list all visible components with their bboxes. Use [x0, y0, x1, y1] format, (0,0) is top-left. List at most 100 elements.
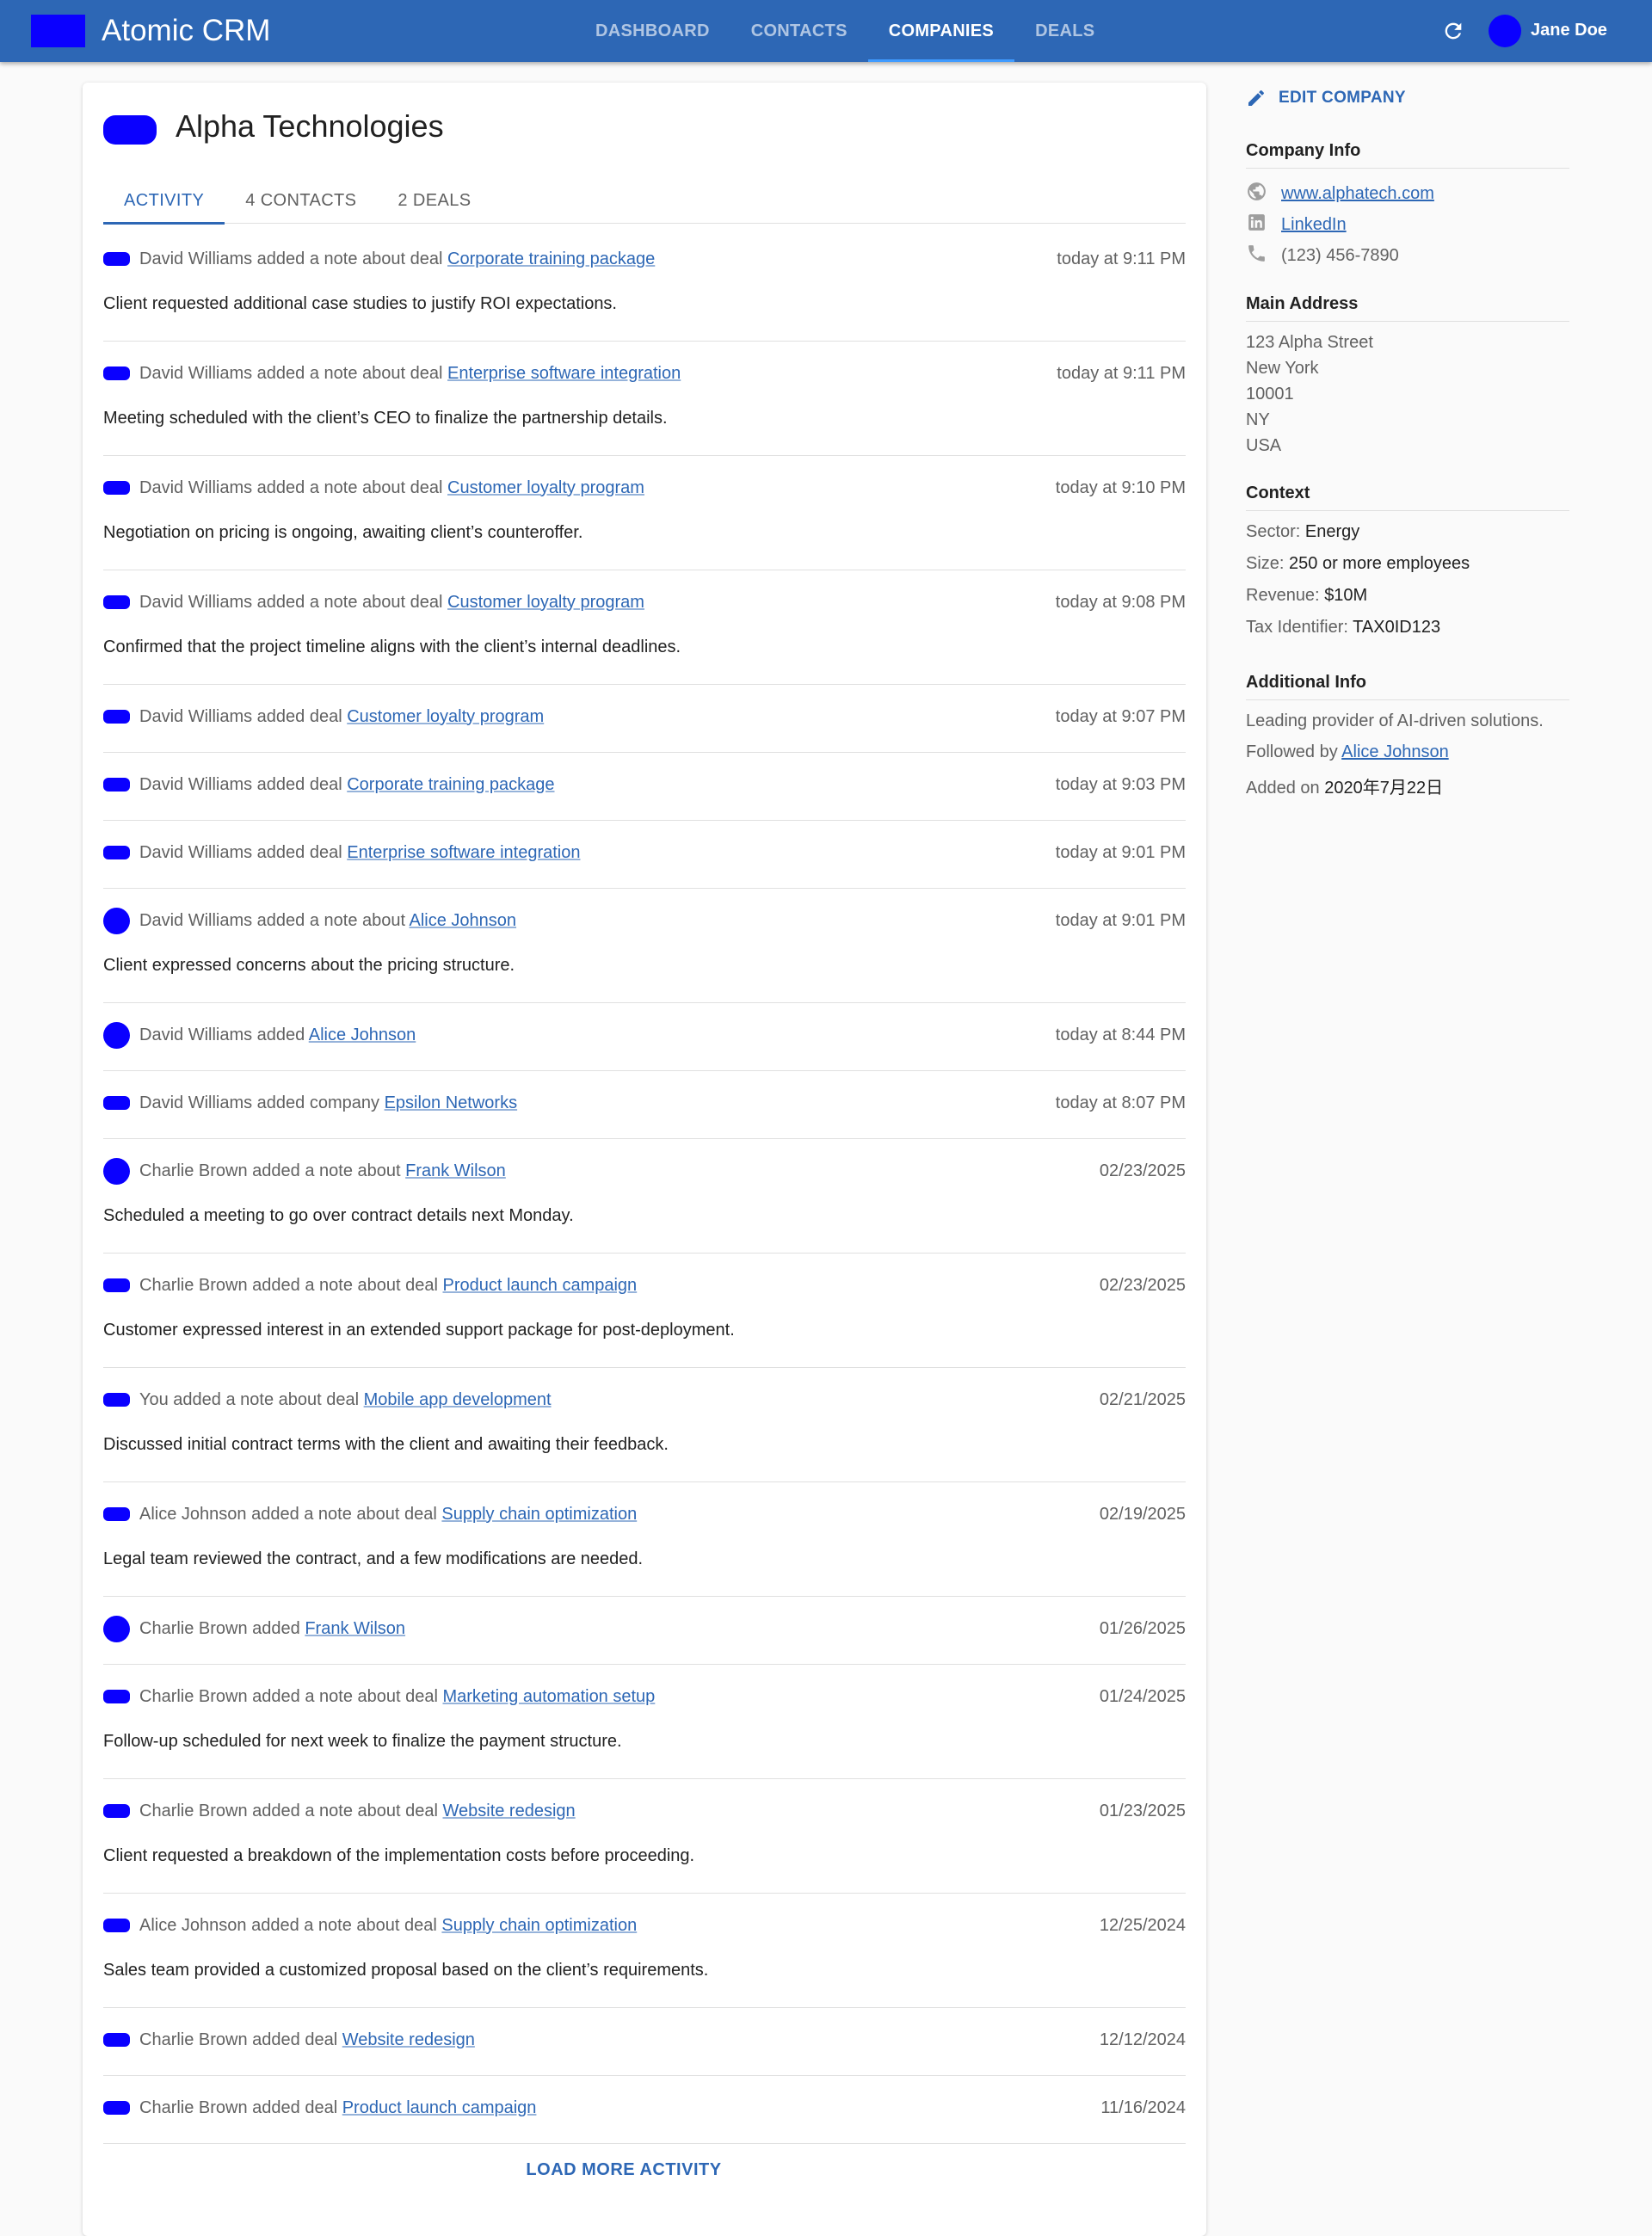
activity-link[interactable]: Product launch campaign: [342, 2098, 537, 2117]
activity-date: today at 9:11 PM: [1057, 364, 1186, 383]
activity-link[interactable]: Enterprise software integration: [347, 843, 580, 862]
activity-date: 02/21/2025: [1099, 1390, 1186, 1409]
activity-note: Negotiation on pricing is ongoing, await…: [103, 523, 583, 542]
activity-link[interactable]: Customer loyalty program: [447, 478, 644, 497]
nav-tab-dashboard[interactable]: DASHBOARD: [575, 0, 730, 62]
edit-company-button[interactable]: EDIT COMPANY: [1246, 88, 1406, 108]
activity-note: Sales team provided a customized proposa…: [103, 1961, 709, 1980]
activity-text: David Williams added a note about deal C…: [139, 593, 644, 613]
activity-date: 01/24/2025: [1099, 1687, 1186, 1706]
activity-text: David Williams added deal Customer loyal…: [139, 707, 544, 727]
user-name[interactable]: Jane Doe: [1531, 21, 1607, 40]
context-sector: Sector: Energy: [1246, 522, 1359, 542]
app-logo[interactable]: [31, 15, 85, 47]
activity-item: You added a note about deal Mobile app d…: [103, 1368, 1186, 1482]
activity-link[interactable]: Corporate training package: [347, 775, 554, 794]
sector-label: Sector:: [1246, 522, 1301, 541]
edit-icon: [1248, 89, 1265, 106]
activity-item: David Williams added deal Enterprise sof…: [103, 821, 1186, 889]
activity-link[interactable]: Enterprise software integration: [447, 364, 681, 383]
activity-date: today at 9:01 PM: [1055, 911, 1186, 930]
activity-date: 02/19/2025: [1099, 1505, 1186, 1524]
contact-avatar-icon: [103, 1021, 130, 1049]
deal-avatar-icon: [103, 1507, 130, 1521]
activity-link[interactable]: Mobile app development: [364, 1390, 552, 1409]
activity-date: today at 8:07 PM: [1055, 1093, 1186, 1112]
deal-avatar-icon: [103, 595, 130, 609]
deal-avatar-icon: [103, 1690, 130, 1703]
website-link[interactable]: www.alphatech.com: [1281, 184, 1434, 203]
activity-link[interactable]: Customer loyalty program: [447, 593, 644, 612]
contact-avatar-icon: [103, 1615, 130, 1642]
activity-link[interactable]: Product launch campaign: [442, 1276, 637, 1295]
activity-prefix: You added a note about deal: [139, 1389, 360, 1409]
activity-link[interactable]: Website redesign: [342, 2030, 475, 2049]
activity-date: today at 9:11 PM: [1057, 249, 1186, 268]
activity-header: David Williams added deal Customer loyal…: [103, 704, 1186, 730]
activity-link[interactable]: Epsilon Networks: [385, 1093, 518, 1112]
contact-avatar-icon: [103, 907, 130, 934]
activity-link[interactable]: Corporate training package: [447, 249, 655, 268]
activity-text: David Williams added deal Corporate trai…: [139, 775, 555, 795]
user-avatar[interactable]: [1489, 15, 1521, 47]
company-tabs: ACTIVITY 4 CONTACTS 2 DEALS: [103, 177, 1186, 225]
activity-item: Charlie Brown added deal Product launch …: [103, 2076, 1186, 2144]
activity-text: Alice Johnson added a note about deal Su…: [139, 1916, 637, 1936]
load-more-button[interactable]: LOAD MORE ACTIVITY: [83, 2160, 1165, 2180]
activity-note: Confirmed that the project timeline alig…: [103, 638, 681, 656]
deal-avatar-icon: [103, 1919, 130, 1932]
tab-contacts[interactable]: 4 CONTACTS: [225, 177, 377, 224]
activity-note: Legal team reviewed the contract, and a …: [103, 1549, 644, 1568]
activity-prefix: Charlie Brown added a note about: [139, 1161, 401, 1180]
nav-tab-deals[interactable]: DEALS: [1014, 0, 1115, 62]
activity-prefix: David Williams added: [139, 1025, 305, 1044]
activity-link[interactable]: Website redesign: [442, 1802, 575, 1820]
activity-link[interactable]: Frank Wilson: [405, 1161, 506, 1180]
activity-header: Charlie Brown added Frank Wilson 01/26/20…: [103, 1615, 1186, 1642]
activity-item: David Williams added Alice Johnson today …: [103, 1003, 1186, 1071]
activity-note: Client requested a breakdown of the impl…: [103, 1846, 695, 1865]
company-info-title: Company Info: [1246, 141, 1569, 169]
activity-prefix: David Williams added deal: [139, 774, 342, 794]
activity-link[interactable]: Marketing automation setup: [442, 1687, 655, 1706]
activity-header: Charlie Brown added deal Product launch …: [103, 2095, 1186, 2121]
activity-header: You added a note about deal Mobile app d…: [103, 1387, 1186, 1413]
activity-text: Charlie Brown added a note about deal Pr…: [139, 1276, 637, 1296]
website-row: www.alphatech.com: [1246, 181, 1434, 207]
tab-activity[interactable]: ACTIVITY: [103, 177, 225, 225]
activity-date: 12/25/2024: [1099, 1916, 1186, 1935]
activity-link[interactable]: Alice Johnson: [309, 1026, 416, 1044]
activity-link[interactable]: Customer loyalty program: [347, 707, 544, 726]
activity-header: Charlie Brown added deal Website redesig…: [103, 2027, 1186, 2053]
activity-date: today at 9:07 PM: [1055, 707, 1186, 726]
activity-text: David Williams added Alice Johnson: [139, 1026, 416, 1045]
size-value: 250 or more employees: [1289, 554, 1470, 573]
activity-header: David Williams added company Epsilon Net…: [103, 1090, 1186, 1116]
main-address-title: Main Address: [1246, 294, 1569, 322]
activity-link[interactable]: Supply chain optimization: [441, 1505, 637, 1524]
followed-by-link[interactable]: Alice Johnson: [1341, 742, 1449, 761]
app-bar: Atomic CRM DASHBOARD CONTACTS COMPANIES …: [0, 0, 1652, 62]
linkedin-link[interactable]: LinkedIn: [1281, 215, 1347, 234]
app-title[interactable]: Atomic CRM: [102, 15, 270, 47]
activity-prefix: Charlie Brown added deal: [139, 2030, 338, 2049]
activity-text: David Williams added a note about deal C…: [139, 249, 655, 269]
deal-avatar-icon: [103, 710, 130, 724]
activity-link[interactable]: Supply chain optimization: [441, 1916, 637, 1935]
refresh-icon[interactable]: [1439, 16, 1468, 46]
activity-item: David Williams added a note about Alice …: [103, 889, 1186, 1003]
nav-tab-contacts[interactable]: CONTACTS: [730, 0, 868, 62]
activity-date: today at 9:03 PM: [1055, 775, 1186, 794]
main-nav: DASHBOARD CONTACTS COMPANIES DEALS: [575, 0, 1115, 62]
activity-date: 01/23/2025: [1099, 1802, 1186, 1820]
activity-link[interactable]: Frank Wilson: [305, 1619, 405, 1638]
deal-avatar-icon: [103, 846, 130, 859]
nav-tab-companies[interactable]: COMPANIES: [867, 0, 1015, 62]
activity-prefix: Alice Johnson added a note about deal: [139, 1915, 437, 1935]
activity-item: David Williams added company Epsilon Net…: [103, 1071, 1186, 1139]
activity-link[interactable]: Alice Johnson: [410, 911, 517, 930]
additional-info-title: Additional Info: [1246, 673, 1569, 700]
activity-prefix: David Williams added a note about deal: [139, 363, 443, 383]
tab-deals[interactable]: 2 DEALS: [377, 177, 491, 224]
added-on-label: Added on: [1246, 779, 1320, 798]
